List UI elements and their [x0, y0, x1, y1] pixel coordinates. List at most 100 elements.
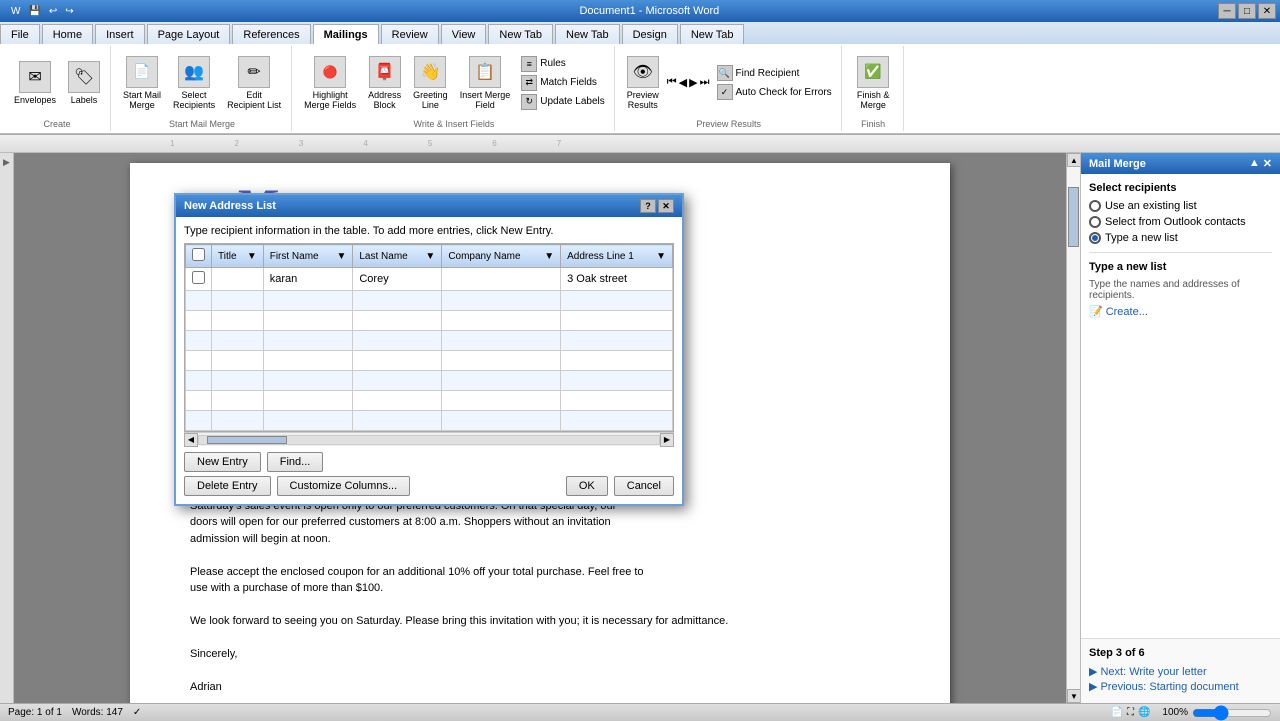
envelopes-button[interactable]: ✉ Envelopes — [10, 59, 60, 107]
nav-last-btn[interactable]: ⏭ — [700, 76, 710, 89]
tab-references[interactable]: References — [232, 24, 310, 44]
ribbon-content: ✉ Envelopes 🏷 Labels Create 📄 Start Mail… — [0, 44, 1280, 134]
nav-prev-btn[interactable]: ◀ — [679, 76, 687, 89]
labels-button[interactable]: 🏷 Labels — [64, 59, 104, 107]
tab-view[interactable]: View — [441, 24, 487, 44]
table-row-empty-2[interactable] — [186, 311, 673, 331]
panel-collapse-button[interactable]: ▲ — [1249, 157, 1260, 170]
prev-step-link[interactable]: ▶ Previous: Starting document — [1089, 680, 1272, 693]
option-new-list[interactable]: Type a new list — [1089, 232, 1272, 244]
next-step-link[interactable]: ▶ Next: Write your letter — [1089, 665, 1272, 678]
col-header-checkbox[interactable] — [186, 245, 212, 268]
select-recipients-button[interactable]: 👥 Select Recipients — [169, 54, 219, 112]
highlight-merge-fields-button[interactable]: 🔴 Highlight Merge Fields — [300, 54, 360, 112]
scroll-track[interactable] — [1067, 167, 1080, 689]
delete-entry-button[interactable]: Delete Entry — [184, 476, 271, 496]
tab-file[interactable]: File — [0, 24, 40, 44]
table-row-empty-5[interactable] — [186, 371, 673, 391]
col-header-company[interactable]: Company Name▼ — [442, 245, 561, 268]
view-full-screen-icon[interactable]: ⛶ — [1127, 707, 1134, 718]
option-outlook[interactable]: Select from Outlook contacts — [1089, 216, 1272, 228]
table-row-empty-7[interactable] — [186, 411, 673, 431]
save-btn[interactable]: 💾 — [25, 5, 43, 18]
create-link[interactable]: 📝 Create... — [1089, 305, 1272, 318]
rules-button[interactable]: ≡ Rules — [518, 55, 608, 73]
scrollbar-thumb[interactable] — [207, 436, 287, 444]
preview-results-button[interactable]: 👁 Preview Results — [623, 54, 663, 112]
find-button[interactable]: Find... — [267, 452, 324, 472]
col-header-first-name[interactable]: First Name▼ — [263, 245, 353, 268]
table-row-empty-1[interactable] — [186, 291, 673, 311]
scroll-down-button[interactable]: ▼ — [1067, 689, 1081, 703]
tab-mailings[interactable]: Mailings — [313, 24, 379, 44]
table-scrollbar[interactable]: ◀ ▶ — [184, 432, 674, 446]
row-title-cell[interactable] — [212, 268, 264, 291]
main-layout: ▶ Marge Name of business Street City, st… — [0, 153, 1280, 703]
panel-close-button[interactable]: ✕ — [1263, 157, 1272, 170]
tab-home[interactable]: Home — [42, 24, 93, 44]
doc-vertical-scrollbar[interactable]: ▲ ▼ — [1066, 153, 1080, 703]
left-panel: ▶ — [0, 153, 14, 703]
find-recipient-button[interactable]: 🔍 Find Recipient — [714, 64, 835, 82]
document-area[interactable]: Marge Name of business Street City, stat… — [14, 153, 1066, 703]
edit-recipient-list-button[interactable]: ✏ Edit Recipient List — [223, 54, 285, 112]
table-row-empty-6[interactable] — [186, 391, 673, 411]
match-fields-button[interactable]: ⇄ Match Fields — [518, 74, 608, 92]
greeting-line-button[interactable]: 👋 Greeting Line — [409, 54, 452, 112]
col-header-title[interactable]: Title▼ — [212, 245, 264, 268]
start-mail-merge-button[interactable]: 📄 Start Mail Merge — [119, 54, 165, 112]
close-button[interactable]: ✕ — [1258, 3, 1276, 19]
radio-new-list[interactable] — [1089, 232, 1101, 244]
nav-first-btn[interactable]: ⏮ — [667, 76, 677, 89]
radio-existing-list[interactable] — [1089, 200, 1101, 212]
panel-footer: Step 3 of 6 ▶ Next: Write your letter ▶ … — [1081, 638, 1280, 703]
tab-new-tab-2[interactable]: New Tab — [555, 24, 620, 44]
tab-new-tab-3[interactable]: New Tab — [680, 24, 745, 44]
address-block-button[interactable]: 📮 Address Block — [364, 54, 405, 112]
dialog-close-button[interactable]: ✕ — [658, 199, 674, 213]
radio-outlook[interactable] — [1089, 216, 1101, 228]
row-first-name-cell[interactable]: karan — [263, 268, 353, 291]
new-entry-button[interactable]: New Entry — [184, 452, 261, 472]
row-company-cell[interactable] — [442, 268, 561, 291]
scroll-left-button[interactable]: ◀ — [184, 433, 198, 447]
col-header-address1[interactable]: Address Line 1▼ — [561, 245, 673, 268]
option-existing-list[interactable]: Use an existing list — [1089, 200, 1272, 212]
row-checkbox[interactable] — [192, 271, 205, 284]
undo-btn[interactable]: ↩ — [46, 5, 60, 18]
scroll-right-button[interactable]: ▶ — [660, 433, 674, 447]
row-address1-cell[interactable]: 3 Oak street — [561, 268, 673, 291]
labels-label: Labels — [71, 95, 98, 105]
finish-merge-button[interactable]: ✅ Finish & Merge — [853, 54, 894, 112]
col-header-last-name[interactable]: Last Name▼ — [353, 245, 442, 268]
tab-insert[interactable]: Insert — [95, 24, 145, 44]
tab-new-tab-1[interactable]: New Tab — [488, 24, 553, 44]
scroll-thumb[interactable] — [1068, 187, 1079, 247]
table-row-empty-3[interactable] — [186, 331, 673, 351]
cancel-button[interactable]: Cancel — [614, 476, 674, 496]
tab-review[interactable]: Review — [381, 24, 439, 44]
auto-check-icon: ✓ — [717, 84, 733, 100]
update-labels-button[interactable]: ↻ Update Labels — [518, 93, 608, 111]
minimize-button[interactable]: ─ — [1218, 3, 1236, 19]
row-checkbox-cell[interactable] — [186, 268, 212, 291]
view-web-icon[interactable]: 🌐 — [1138, 707, 1150, 718]
redo-btn[interactable]: ↪ — [62, 5, 76, 18]
insert-merge-field-button[interactable]: 📋 Insert Merge Field — [456, 54, 515, 112]
scroll-up-button[interactable]: ▲ — [1067, 153, 1081, 167]
customize-columns-button[interactable]: Customize Columns... — [277, 476, 411, 496]
view-print-icon[interactable]: 📄 — [1111, 707, 1123, 718]
auto-check-button[interactable]: ✓ Auto Check for Errors — [714, 83, 835, 101]
nav-next-btn[interactable]: ▶ — [689, 76, 697, 89]
address-table-container[interactable]: Title▼ First Name▼ Last Name▼ — [184, 243, 674, 432]
select-all-checkbox[interactable] — [192, 248, 205, 261]
tab-page-layout[interactable]: Page Layout — [147, 24, 231, 44]
table-row[interactable]: karan Corey 3 Oak street — [186, 268, 673, 291]
table-row-empty-4[interactable] — [186, 351, 673, 371]
zoom-slider[interactable] — [1192, 705, 1272, 721]
dialog-help-button[interactable]: ? — [640, 199, 656, 213]
tab-design[interactable]: Design — [622, 24, 678, 44]
ok-button[interactable]: OK — [566, 476, 608, 496]
maximize-button[interactable]: □ — [1238, 3, 1256, 19]
row-last-name-cell[interactable]: Corey — [353, 268, 442, 291]
